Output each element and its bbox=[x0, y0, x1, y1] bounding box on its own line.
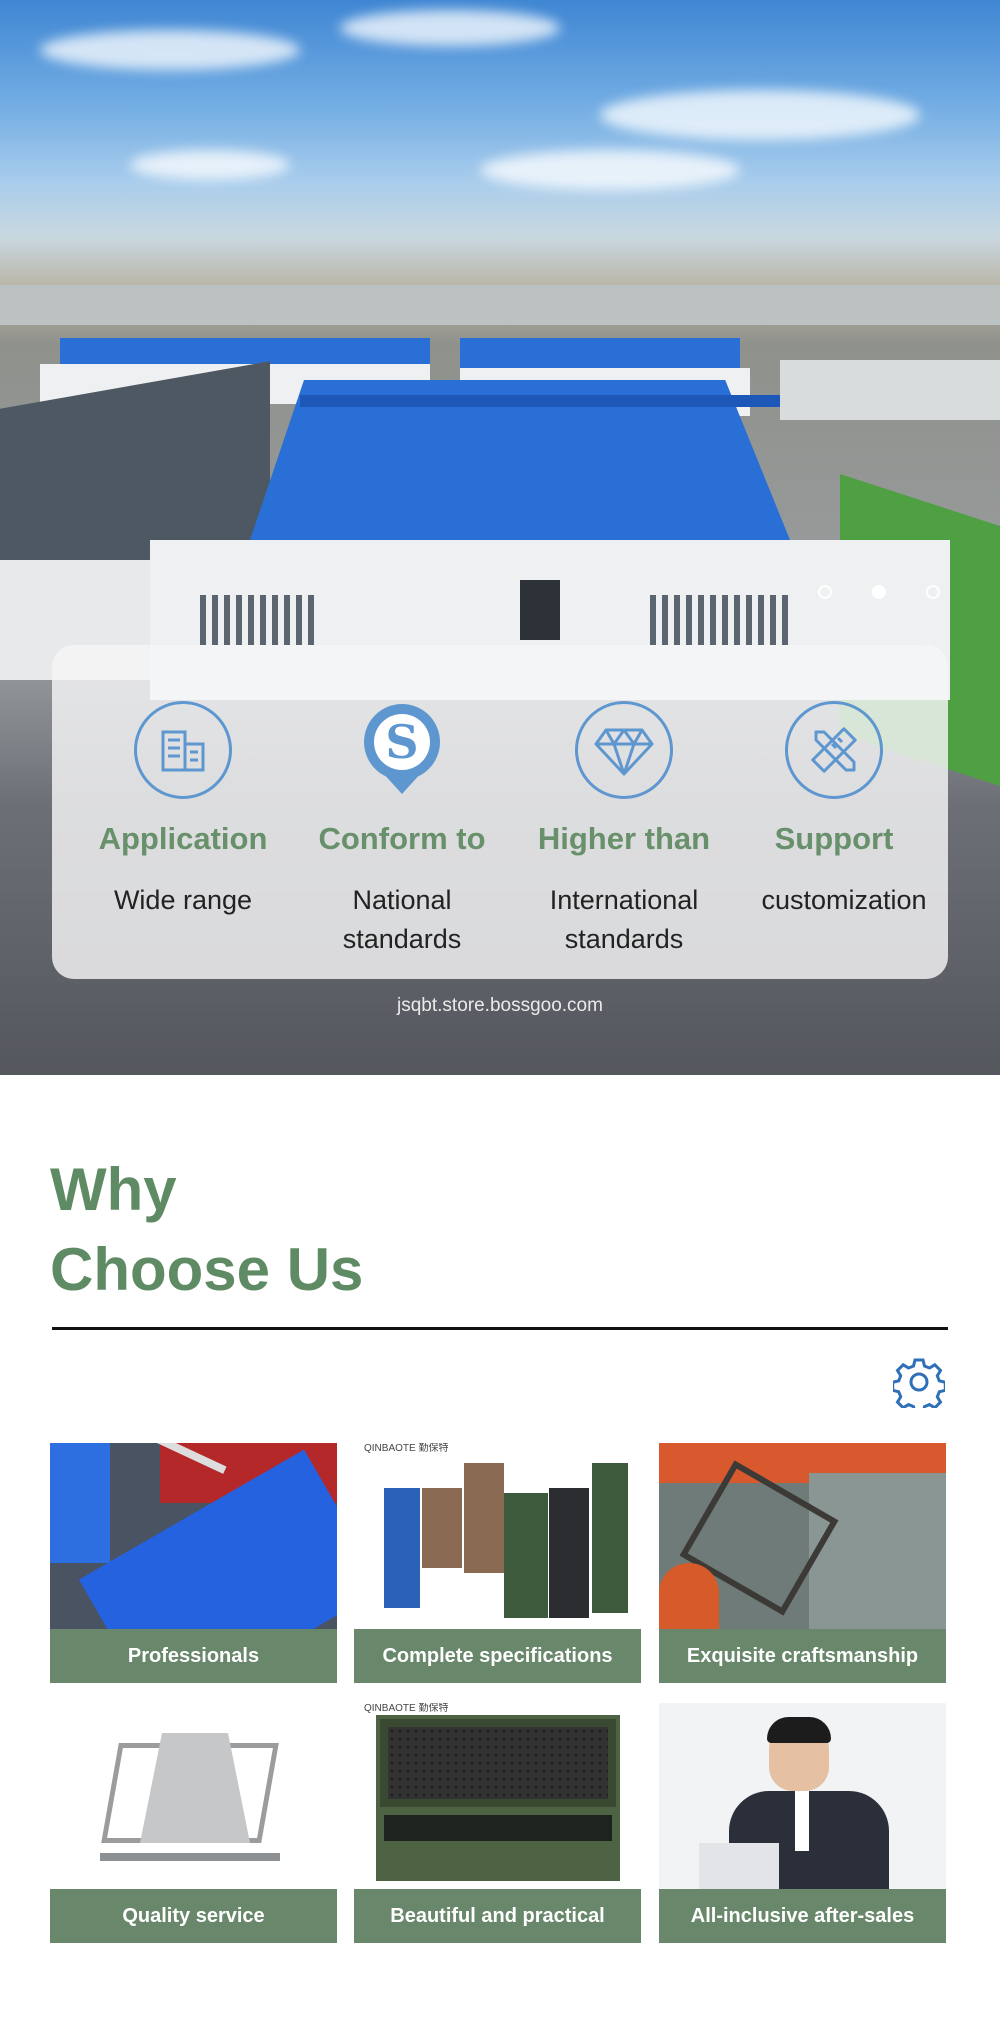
card-image: QINBAOTE 勤保特 bbox=[354, 1443, 641, 1629]
person-shirt bbox=[795, 1791, 809, 1851]
blue-container bbox=[50, 1443, 110, 1563]
case-stack bbox=[422, 1488, 462, 1568]
building-icon bbox=[134, 701, 232, 799]
brand-tag: QINBAOTE 勤保特 bbox=[364, 1443, 449, 1454]
features-panel: Application Wide range S Conform to Nati… bbox=[52, 645, 948, 979]
standard-s-icon: S bbox=[353, 701, 451, 799]
watermark: jsqbt.store.bossgoo.com bbox=[397, 995, 603, 1016]
hero-banner: Application Wide range S Conform to Nati… bbox=[0, 0, 1000, 1075]
machine-part bbox=[659, 1563, 719, 1629]
roof-vent bbox=[300, 395, 780, 407]
feature-desc: Wide range bbox=[113, 885, 253, 915]
cloud bbox=[130, 150, 290, 180]
feature-card-professionals[interactable]: Professionals bbox=[50, 1443, 337, 1683]
foam-insert bbox=[384, 1815, 612, 1841]
card-image bbox=[659, 1703, 946, 1889]
feature-card-complete-specifications[interactable]: QINBAOTE 勤保特 Complete specifications bbox=[354, 1443, 641, 1683]
cloud bbox=[340, 10, 560, 46]
case-stack bbox=[592, 1463, 628, 1613]
windows bbox=[650, 595, 790, 645]
mold-plate bbox=[809, 1473, 946, 1629]
case-lid bbox=[376, 1715, 620, 1811]
foam-insert bbox=[388, 1727, 608, 1799]
feature-title: Higher than bbox=[537, 821, 711, 856]
ruler-pencil-icon bbox=[785, 701, 883, 799]
card-caption: Quality service bbox=[50, 1889, 337, 1943]
case-stack bbox=[504, 1493, 548, 1618]
feature-desc: National standards bbox=[342, 885, 462, 954]
carousel-dot[interactable] bbox=[818, 585, 832, 599]
feature-desc: International standards bbox=[549, 885, 699, 954]
roof bbox=[460, 338, 740, 368]
carousel-dots bbox=[818, 585, 940, 599]
laptop bbox=[699, 1843, 779, 1889]
feature-card-quality-service[interactable]: Quality service bbox=[50, 1703, 337, 1943]
feature-title: Support bbox=[774, 821, 894, 856]
feature-card-after-sales[interactable]: All-inclusive after-sales bbox=[659, 1703, 946, 1943]
feature-support: Support customization bbox=[729, 645, 939, 979]
card-image bbox=[659, 1443, 946, 1629]
feature-application: Application Wide range bbox=[78, 645, 288, 979]
feature-card-exquisite-craftsmanship[interactable]: Exquisite craftsmanship bbox=[659, 1443, 946, 1683]
carousel-dot[interactable] bbox=[926, 585, 940, 599]
feature-conform: S Conform to National standards bbox=[297, 645, 507, 979]
case-stack bbox=[384, 1488, 420, 1608]
svg-text:S: S bbox=[385, 715, 418, 769]
far-buildings bbox=[0, 285, 1000, 325]
section-title: Why Choose Us bbox=[50, 1150, 363, 1310]
windows bbox=[200, 595, 320, 645]
brand-tag: QINBAOTE 勤保特 bbox=[364, 1703, 449, 1714]
section-title-line1: Why bbox=[50, 1156, 177, 1223]
case-body bbox=[376, 1811, 620, 1881]
cloud bbox=[480, 150, 740, 190]
card-image: QINBAOTE 勤保特 bbox=[354, 1703, 641, 1889]
feature-title: Application bbox=[98, 821, 268, 856]
card-caption: Professionals bbox=[50, 1629, 337, 1683]
person-hair bbox=[767, 1717, 831, 1743]
divider bbox=[52, 1327, 948, 1330]
case-stack bbox=[464, 1463, 504, 1573]
mold-base bbox=[100, 1853, 280, 1861]
building bbox=[780, 360, 1000, 420]
roof bbox=[60, 338, 430, 364]
card-image bbox=[50, 1703, 337, 1889]
cloud bbox=[600, 90, 920, 140]
entrance-door bbox=[520, 580, 560, 640]
card-image bbox=[50, 1443, 337, 1629]
feature-desc: customization bbox=[761, 885, 927, 915]
case-stack bbox=[549, 1488, 589, 1618]
cloud bbox=[40, 30, 300, 70]
diamond-icon bbox=[575, 701, 673, 799]
feature-higher: Higher than International standards bbox=[519, 645, 729, 979]
card-caption: All-inclusive after-sales bbox=[659, 1889, 946, 1943]
card-caption: Beautiful and practical bbox=[354, 1889, 641, 1943]
feature-title: Conform to bbox=[318, 821, 486, 856]
gear-icon[interactable] bbox=[891, 1356, 947, 1415]
card-caption: Complete specifications bbox=[354, 1629, 641, 1683]
card-caption: Exquisite craftsmanship bbox=[659, 1629, 946, 1683]
carousel-dot-active[interactable] bbox=[872, 585, 886, 599]
feature-card-beautiful-practical[interactable]: QINBAOTE 勤保特 Beautiful and practical bbox=[354, 1703, 641, 1943]
section-title-line2: Choose Us bbox=[50, 1236, 364, 1303]
